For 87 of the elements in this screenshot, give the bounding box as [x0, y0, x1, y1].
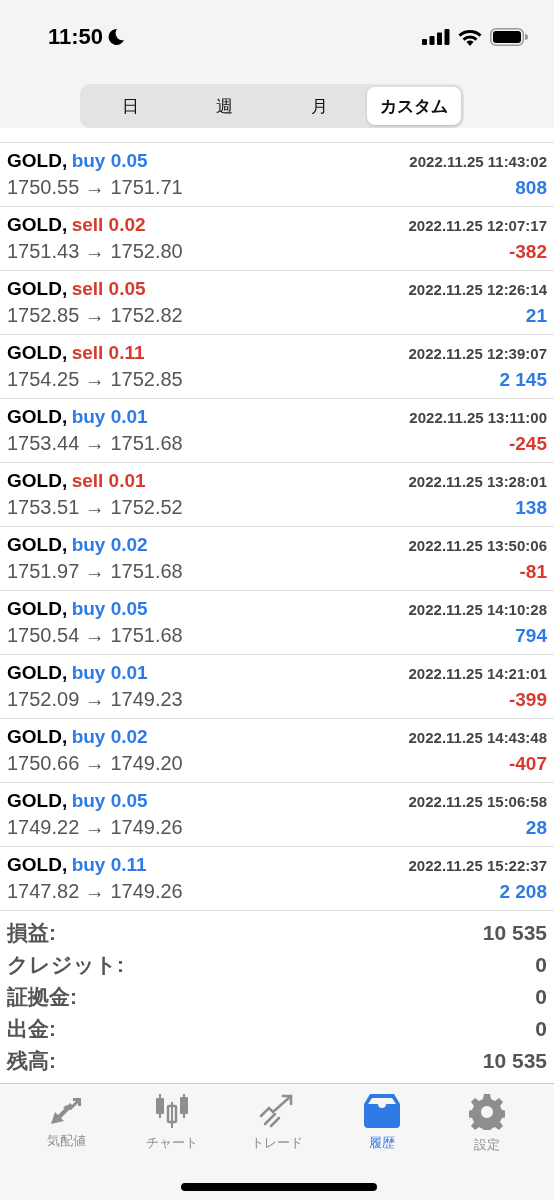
deal-volume: buy 0.02 [71, 534, 148, 555]
symbol-label: GOLD, [7, 406, 68, 427]
deal-profit: 794 [515, 625, 547, 647]
deal-volume: sell 0.01 [71, 470, 146, 491]
deal-time: 2022.11.25 15:06:58 [408, 793, 547, 810]
deal-prices: 1749.22 → 1749.26 [7, 816, 183, 839]
period-tab[interactable]: 月 [272, 87, 367, 125]
deal-time: 2022.11.25 14:21:01 [408, 665, 547, 682]
deal-time: 2022.11.25 12:39:07 [408, 345, 547, 362]
summary-value: 10 535 [482, 1049, 547, 1073]
deal-profit: 2 208 [499, 881, 547, 903]
symbol-label: GOLD, [7, 726, 68, 747]
deal-prices: 1747.82 → 1749.26 [7, 880, 183, 903]
inbox-icon [364, 1094, 401, 1128]
deal-time: 2022.11.25 14:10:28 [408, 601, 547, 618]
deal-profit: -81 [519, 561, 547, 583]
summary-label: 損益: [7, 920, 56, 946]
deal-volume: buy 0.11 [71, 854, 147, 875]
deal-volume: sell 0.02 [71, 214, 146, 235]
deal-time: 2022.11.25 14:43:48 [408, 729, 547, 746]
deal-volume: sell 0.05 [71, 278, 146, 299]
symbol-label: GOLD, [7, 150, 68, 171]
deal-prices: 1750.54 → 1751.68 [7, 624, 183, 647]
deal-volume: buy 0.05 [71, 598, 148, 619]
symbol-label: GOLD, [7, 470, 68, 491]
deal-prices: 1751.43 → 1752.80 [7, 240, 183, 263]
summary-value: 0 [535, 1017, 547, 1041]
period-tab[interactable]: 日 [83, 87, 178, 125]
period-tab[interactable]: 週 [177, 87, 272, 125]
deal-volume: buy 0.05 [71, 150, 148, 171]
deal-profit: 21 [525, 305, 547, 327]
symbol-label: GOLD, [7, 278, 68, 299]
deal-time: 2022.11.25 12:26:14 [408, 281, 547, 298]
deal-profit: -399 [508, 689, 547, 711]
summary-label: クレジット: [7, 952, 124, 978]
battery-icon [490, 28, 528, 46]
deal-profit: 138 [515, 497, 547, 519]
trend-arrow-icon [259, 1094, 295, 1128]
tab-bar-item[interactable]: 設定 [434, 1084, 540, 1168]
deal-prices: 1752.09 → 1749.23 [7, 688, 183, 711]
symbol-label: GOLD, [7, 790, 68, 811]
symbol-label: GOLD, [7, 534, 68, 555]
deal-time: 2022.11.25 12:07:17 [408, 217, 547, 234]
deal-profit: 808 [515, 177, 547, 199]
deal-volume: buy 0.01 [71, 662, 148, 683]
deal-time: 2022.11.25 13:11:00 [409, 409, 547, 426]
deal-time: 2022.11.25 13:50:06 [408, 537, 547, 554]
deal-time: 2022.11.25 13:28:01 [408, 473, 547, 490]
summary-value: 0 [535, 953, 547, 977]
tab-bar-item[interactable]: 履歴 [329, 1084, 435, 1168]
symbol-label: GOLD, [7, 598, 68, 619]
deal-volume: buy 0.01 [71, 406, 148, 427]
deal-profit: -245 [508, 433, 547, 455]
summary-label: 出金: [7, 1016, 56, 1042]
symbol-label: GOLD, [7, 214, 68, 235]
deal-prices: 1750.55 → 1751.71 [7, 176, 183, 199]
deal-volume: buy 0.05 [71, 790, 148, 811]
deal-prices: 1753.51 → 1752.52 [7, 496, 183, 519]
symbol-label: GOLD, [7, 342, 68, 363]
summary-value: 10 535 [482, 921, 547, 945]
deal-profit: -407 [508, 753, 547, 775]
deal-prices: 1751.97 → 1751.68 [7, 560, 183, 583]
tab-bar-item[interactable]: トレード [224, 1084, 330, 1168]
signal-icon [422, 29, 450, 45]
summary-label: 残高: [7, 1048, 56, 1074]
tab-bar-item[interactable]: 気配値 [14, 1084, 120, 1168]
wifi-icon [458, 28, 482, 46]
deal-profit: 28 [525, 817, 547, 839]
status-time: 11:50 [48, 24, 104, 50]
deal-volume: buy 0.02 [71, 726, 148, 747]
deal-volume: sell 0.11 [71, 342, 145, 363]
deal-time: 2022.11.25 11:43:02 [409, 153, 547, 170]
tab-bar-item[interactable]: チャート [119, 1084, 225, 1168]
period-tab[interactable]: カスタム [366, 87, 461, 125]
deal-time: 2022.11.25 15:22:37 [408, 857, 547, 874]
deal-prices: 1753.44 → 1751.68 [7, 432, 183, 455]
symbol-label: GOLD, [7, 662, 68, 683]
summary-value: 0 [535, 985, 547, 1009]
summary-label: 証拠金: [7, 984, 77, 1010]
deal-prices: 1750.66 → 1749.20 [7, 752, 183, 775]
deal-prices: 1754.25 → 1752.85 [7, 368, 183, 391]
deal-prices: 1752.85 → 1752.82 [7, 304, 183, 327]
deal-profit: -382 [508, 241, 547, 263]
candlestick-icon [153, 1094, 190, 1128]
settings-icon [469, 1094, 506, 1130]
deal-profit: 2 145 [499, 369, 547, 391]
symbol-label: GOLD, [7, 854, 68, 875]
